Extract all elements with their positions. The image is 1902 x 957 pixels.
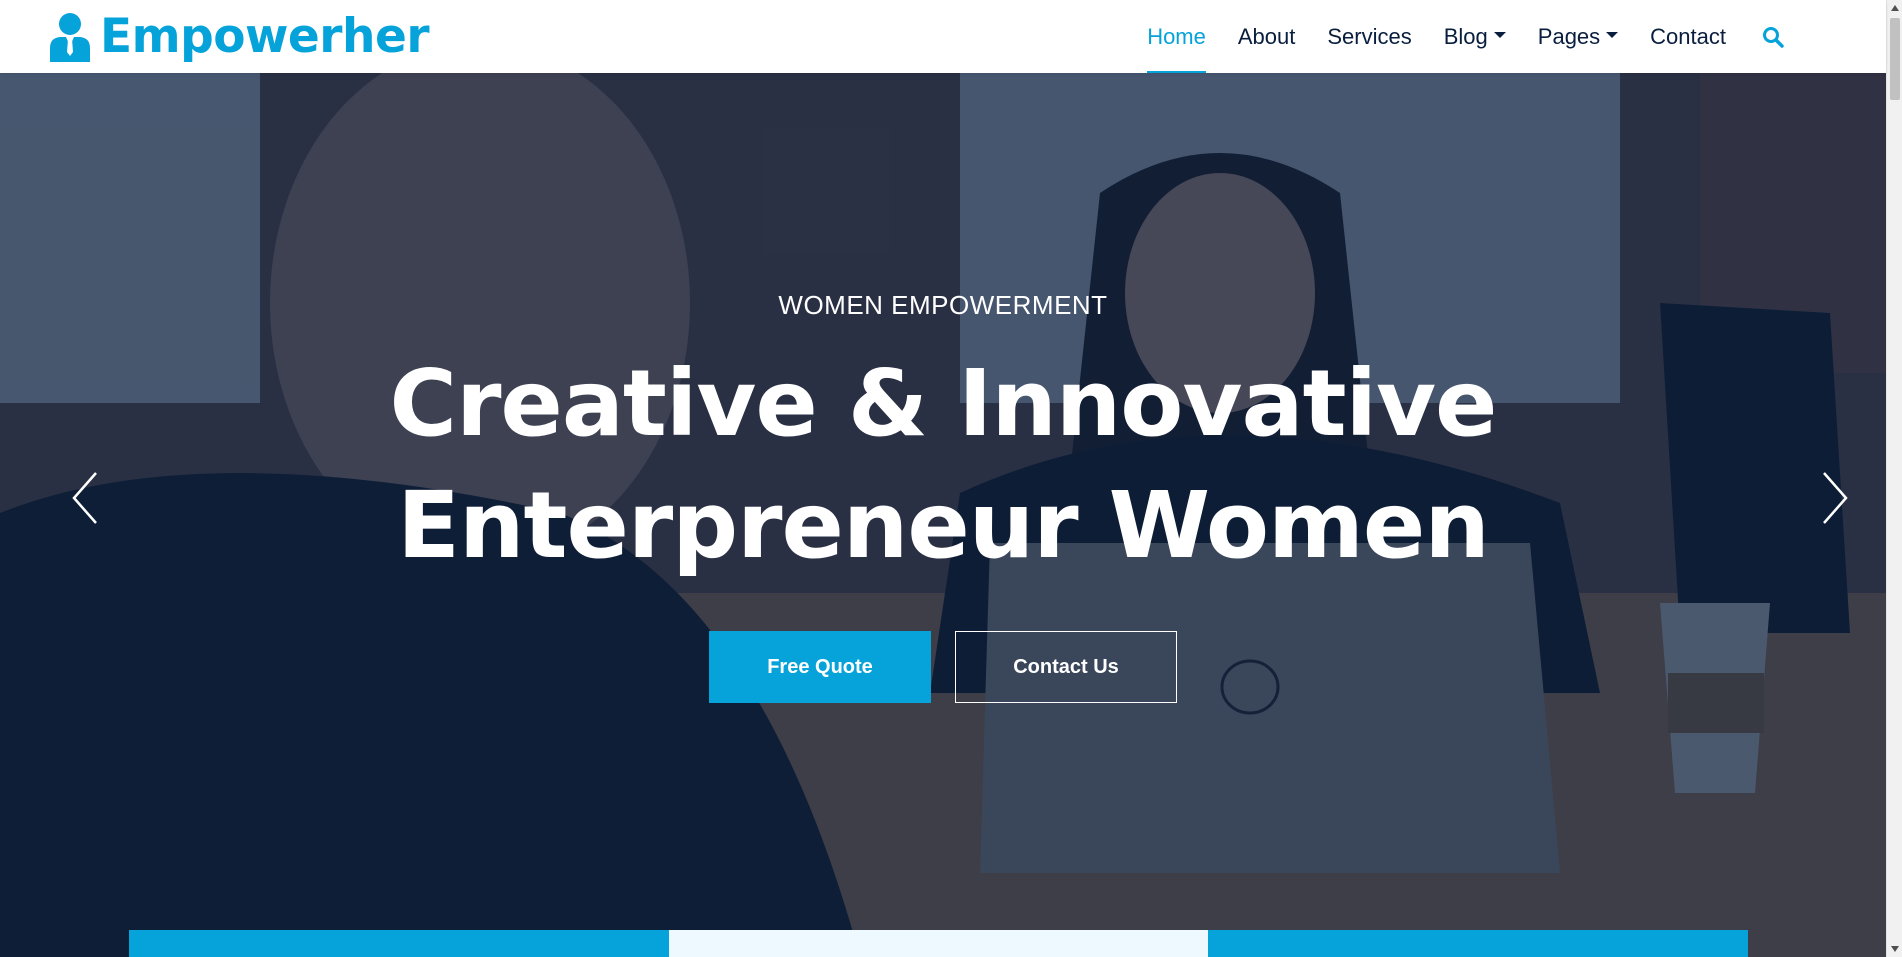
nav-about-label: About <box>1237 23 1296 49</box>
nav-blog-label: Blog <box>1443 23 1488 49</box>
nav-home[interactable]: Home <box>1131 0 1222 73</box>
nav-blog-dropdown[interactable]: Blog <box>1428 0 1522 73</box>
page-scrollbar[interactable] <box>1886 0 1902 957</box>
nav-pages-dropdown[interactable]: Pages <box>1522 0 1634 73</box>
search-icon <box>1763 26 1784 48</box>
main-nav: Home About Services Blog Pages Contact <box>1131 0 1806 73</box>
nav-contact[interactable]: Contact <box>1634 0 1742 73</box>
navbar: Empowerher Home About Services Blog Page… <box>0 0 1886 73</box>
fact-card-3 <box>1208 930 1749 957</box>
user-tie-icon <box>46 11 94 63</box>
nav-home-label: Home <box>1147 23 1206 49</box>
nav-services-label: Services <box>1327 23 1412 49</box>
brand-logo[interactable]: Empowerher <box>46 0 430 73</box>
nav-contact-label: Contact <box>1650 23 1726 49</box>
hero-carousel: Women Empowerment Creative & Innovative … <box>0 73 1886 957</box>
hero-headline-line-1: Creative & Innovative <box>389 350 1498 457</box>
scroll-down-arrow-icon[interactable] <box>1887 941 1902 957</box>
caret-down-icon <box>1606 31 1619 38</box>
scrollbar-thumb[interactable] <box>1890 18 1900 100</box>
hero-headline: Creative & Innovative Enterpreneur Women <box>0 343 1886 587</box>
fact-card-2 <box>668 930 1209 957</box>
contact-us-button[interactable]: Contact Us <box>955 631 1177 703</box>
free-quote-button[interactable]: Free Quote <box>709 631 931 703</box>
caret-down-icon <box>1493 31 1506 38</box>
hero-headline-line-2: Enterpreneur Women <box>397 472 1490 579</box>
search-button[interactable] <box>1742 0 1806 73</box>
brand-name: Empowerher <box>100 9 430 64</box>
fact-card-1 <box>129 930 669 957</box>
nav-about[interactable]: About <box>1222 0 1312 73</box>
scroll-up-arrow-icon[interactable] <box>1887 0 1902 16</box>
hero-eyebrow: Women Empowerment <box>778 290 1108 320</box>
hero-buttons: Free Quote Contact Us <box>0 631 1886 703</box>
nav-pages-label: Pages <box>1537 23 1601 49</box>
nav-services[interactable]: Services <box>1311 0 1427 73</box>
facts-strip <box>129 930 1749 957</box>
hero-caption: Women Empowerment Creative & Innovative … <box>0 290 1886 703</box>
